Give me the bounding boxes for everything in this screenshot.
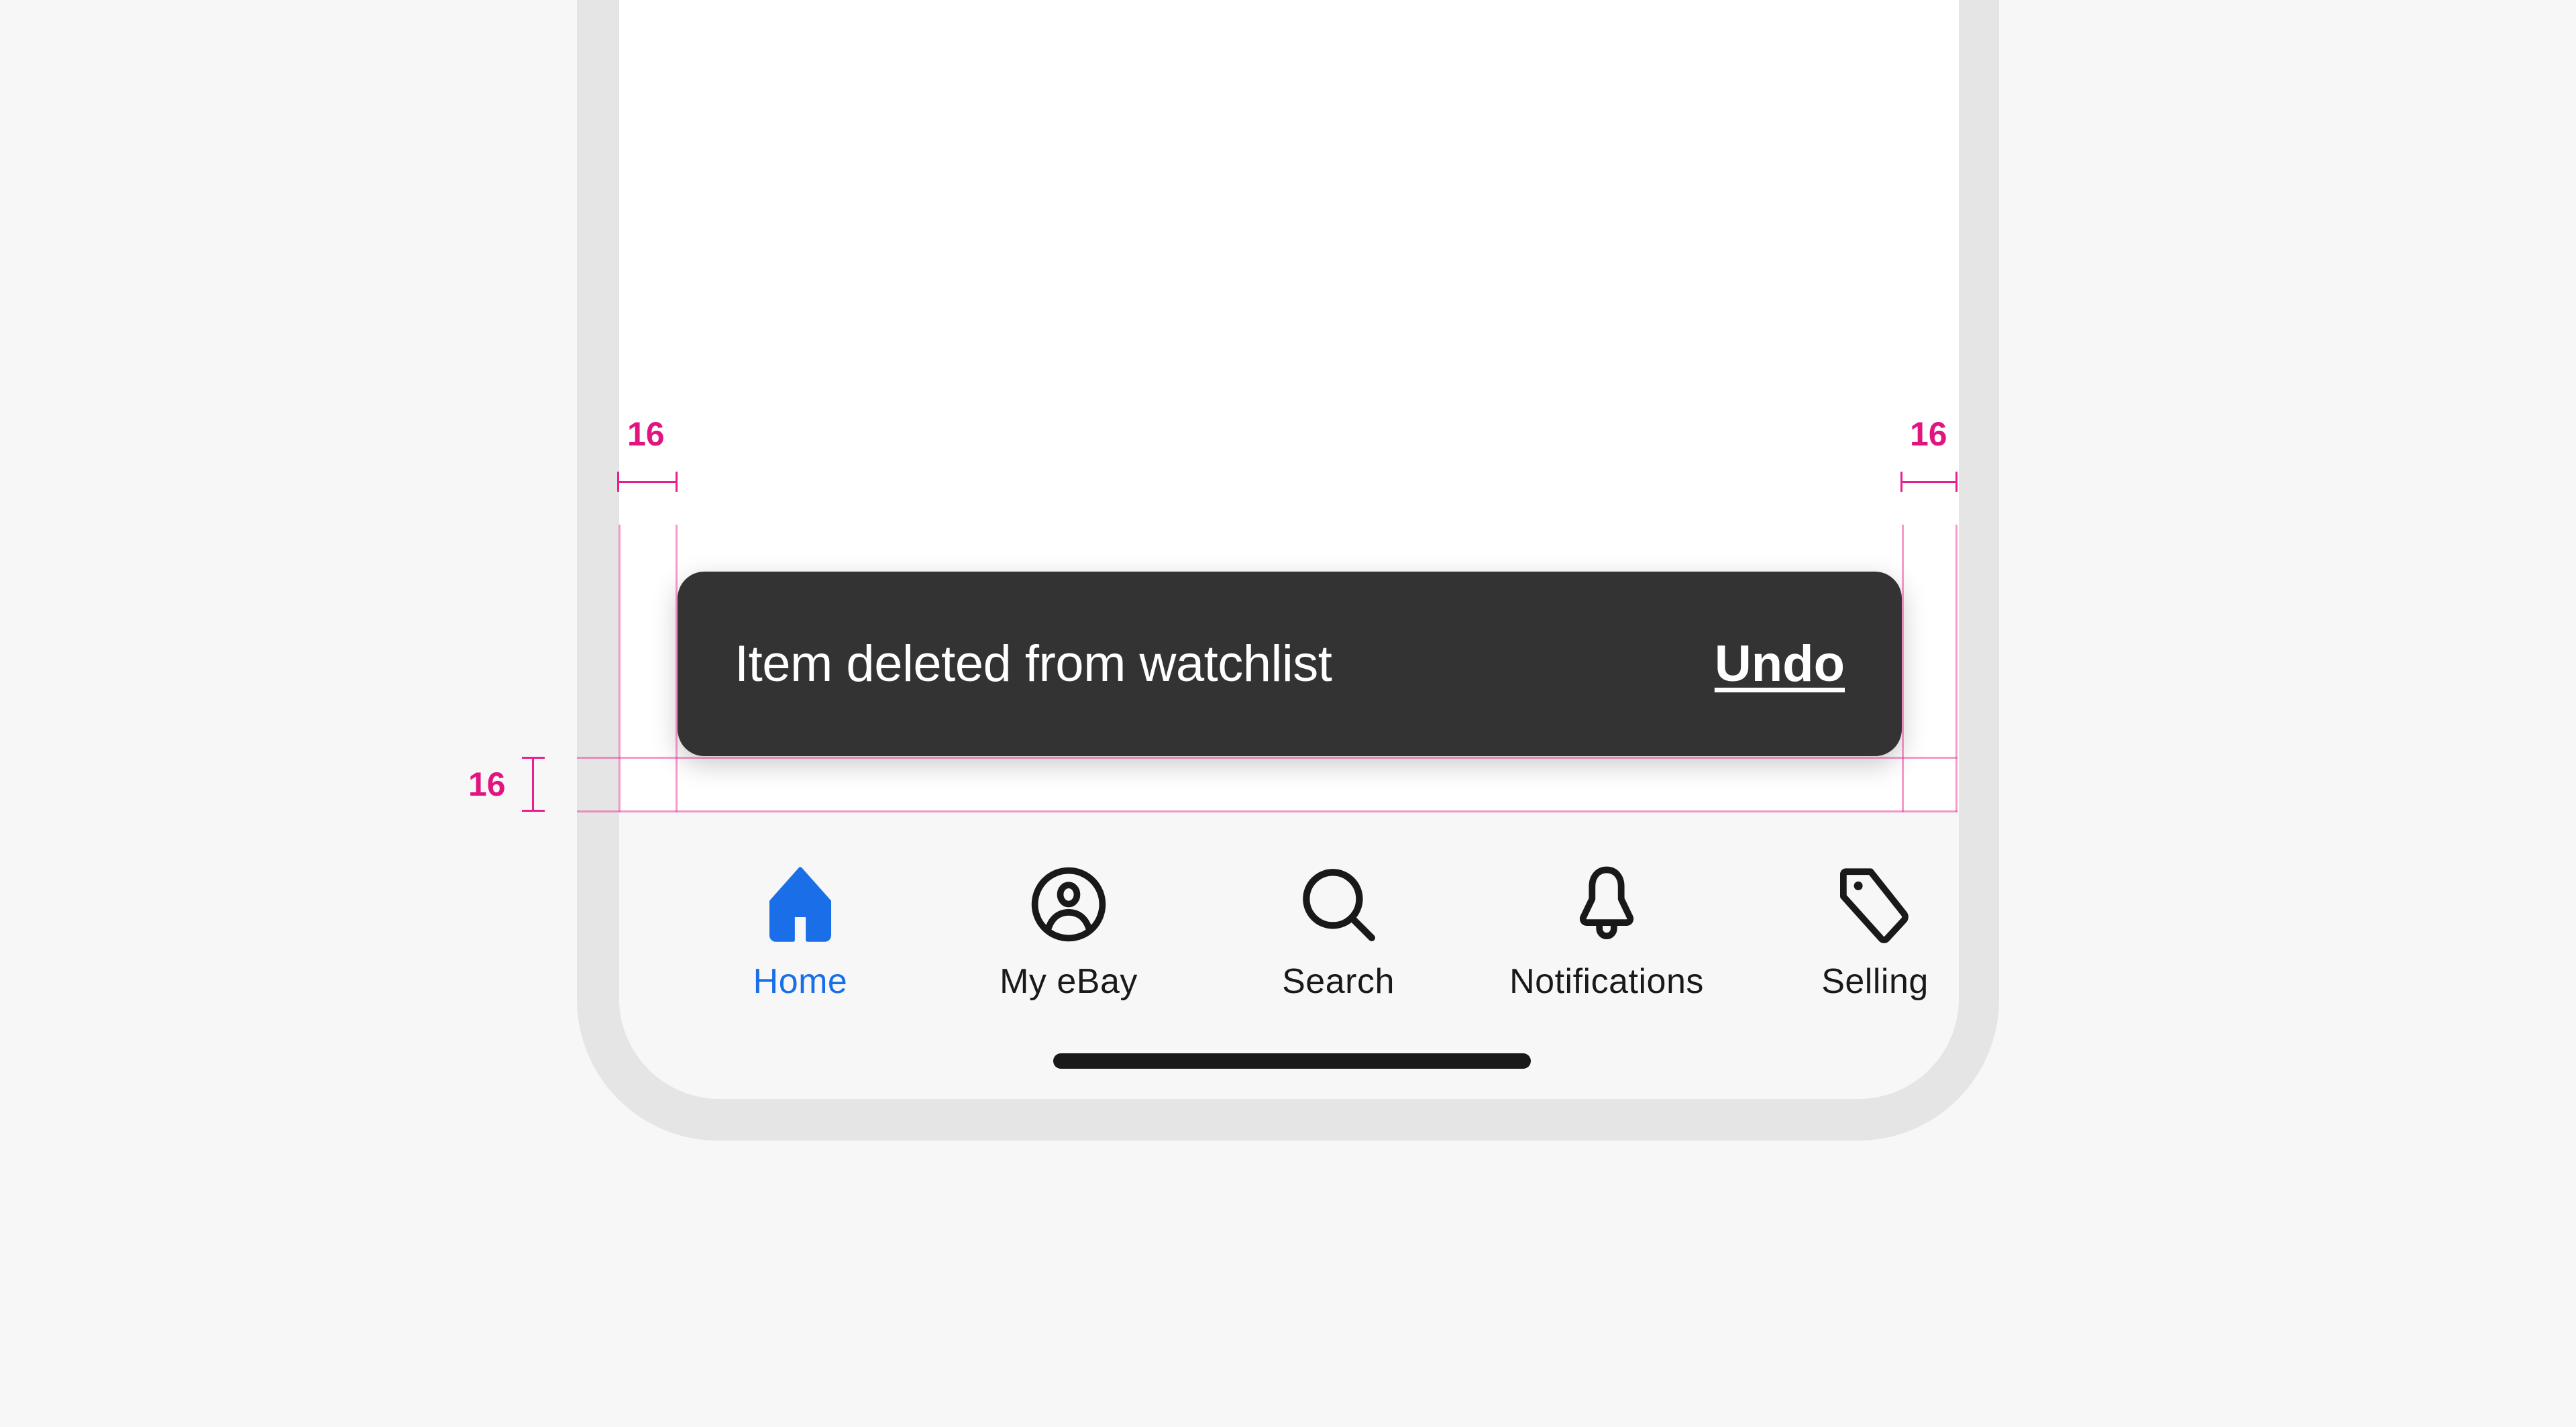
tab-search[interactable]: Search [1204, 810, 1472, 1001]
measure-tick [1900, 472, 1902, 492]
guide-line [619, 525, 621, 812]
home-icon [769, 867, 832, 942]
guide-line [577, 810, 1957, 812]
tab-label: Notifications [1509, 962, 1704, 1001]
measure-tick [617, 472, 619, 492]
guide-line [1955, 525, 1957, 812]
snackbar-message: Item deleted from watchlist [735, 635, 1332, 692]
guide-line [577, 757, 1957, 759]
phone-screen: Home My eBay Search Notifications Sellin… [619, 0, 1959, 1099]
measure-tick [522, 757, 545, 759]
bell-icon [1579, 866, 1634, 940]
tab-selling[interactable]: Selling [1741, 810, 1959, 1001]
right-margin-label: 16 [1910, 415, 1947, 453]
undo-button[interactable]: Undo [1715, 572, 1845, 756]
tab-label: Selling [1821, 962, 1929, 1001]
measure-line [1902, 481, 1957, 483]
user-circle-icon [1031, 867, 1106, 942]
tab-label: My eBay [1000, 962, 1138, 1001]
tab-label: Home [753, 962, 848, 1001]
guide-line [676, 525, 678, 812]
measure-line [619, 481, 678, 483]
tab-label: Search [1282, 962, 1395, 1001]
tab-notifications[interactable]: Notifications [1472, 810, 1741, 1001]
snackbar: Item deleted from watchlist Undo [678, 572, 1902, 756]
left-margin-label: 16 [627, 415, 665, 453]
measure-tick [522, 810, 545, 812]
measure-tick [1955, 472, 1957, 492]
bottom-margin-label: 16 [468, 765, 506, 803]
search-icon [1303, 869, 1375, 941]
guide-line [1902, 525, 1904, 812]
phone-frame: Home My eBay Search Notifications Sellin… [577, 0, 1999, 1141]
measure-tick [676, 472, 678, 492]
home-indicator [1053, 1053, 1531, 1069]
tab-my-ebay[interactable]: My eBay [934, 810, 1203, 1001]
tag-icon [1840, 868, 1909, 943]
measure-line [532, 757, 534, 812]
tab-home[interactable]: Home [666, 810, 934, 1001]
